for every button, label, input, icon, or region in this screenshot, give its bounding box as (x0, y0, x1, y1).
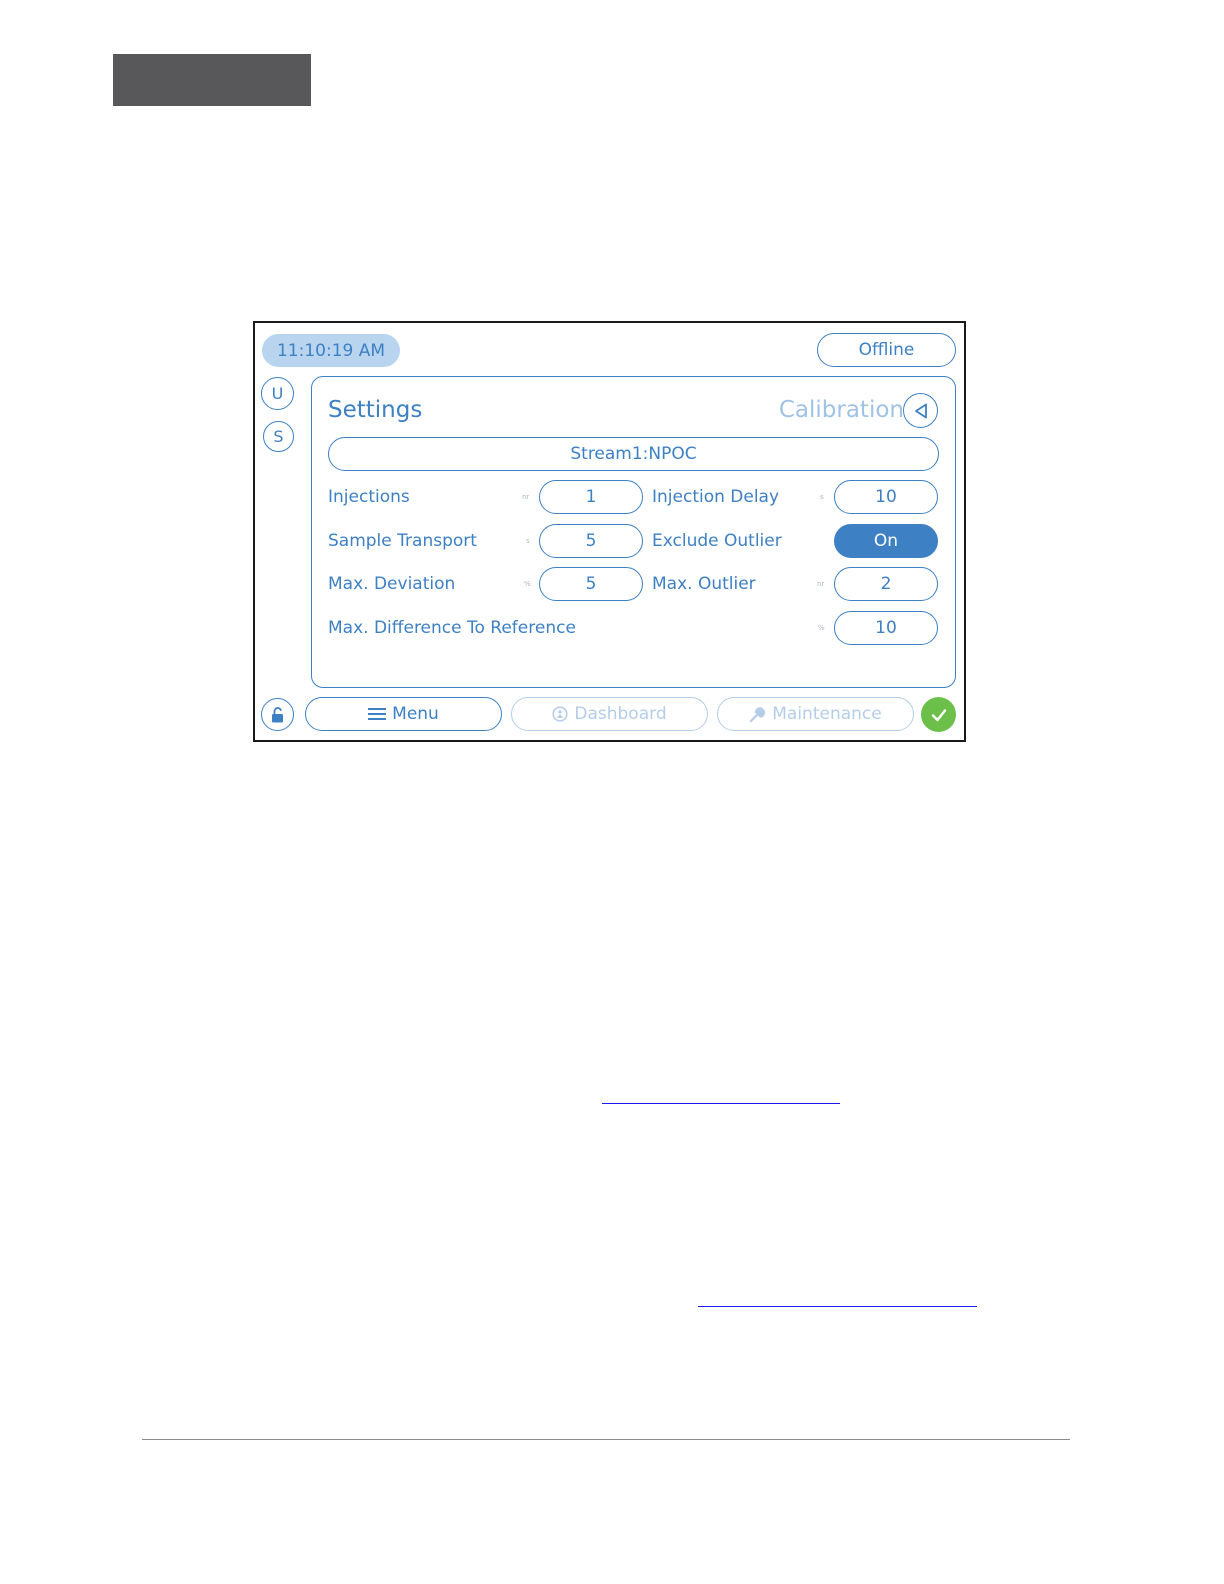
document-link-underline[interactable] (602, 1103, 840, 1104)
exclude-outlier-toggle[interactable]: On (834, 524, 938, 558)
wrench-icon (749, 706, 766, 723)
clock-display: 11:10:19 AM (262, 334, 400, 367)
maintenance-button[interactable]: Maintenance (717, 697, 914, 731)
injections-unit: nr (522, 493, 530, 501)
menu-button[interactable]: Menu (305, 697, 502, 731)
device-screen: 11:10:19 AM Offline U S Settings Calibra… (253, 321, 966, 742)
page-title: Settings (328, 397, 423, 423)
stream-selector[interactable]: Stream1:NPOC (328, 437, 939, 471)
max-difference-label: Max. Difference To Reference (328, 618, 576, 638)
max-outlier-field[interactable]: 2 (834, 567, 938, 601)
dashboard-label: Dashboard (574, 704, 667, 724)
triangle-left-icon (914, 403, 927, 418)
document-link-underline[interactable] (698, 1306, 977, 1307)
lock-button[interactable] (261, 698, 294, 731)
dashboard-button[interactable]: Dashboard (511, 697, 708, 731)
confirm-button[interactable] (921, 697, 956, 732)
sample-transport-label: Sample Transport (328, 531, 477, 551)
max-outlier-unit: nr (817, 580, 825, 588)
maintenance-label: Maintenance (772, 704, 882, 724)
settings-panel: Settings Calibration Stream1:NPOC Inject… (311, 376, 956, 688)
max-difference-unit: % (818, 624, 825, 632)
footer-divider (142, 1439, 1070, 1440)
max-deviation-label: Max. Deviation (328, 574, 456, 594)
breadcrumb: Calibration (778, 397, 904, 423)
user-button[interactable]: U (261, 377, 294, 410)
max-difference-field[interactable]: 10 (834, 611, 938, 645)
status-button[interactable]: Offline (817, 333, 956, 367)
injections-label: Injections (328, 487, 410, 507)
injection-delay-label: Injection Delay (652, 487, 780, 507)
sample-transport-unit: s (526, 537, 530, 545)
max-outlier-label: Max. Outlier (652, 574, 756, 594)
exclude-outlier-label: Exclude Outlier (652, 531, 782, 551)
menu-label: Menu (392, 704, 439, 724)
hamburger-icon (368, 707, 387, 721)
sample-transport-field[interactable]: 5 (539, 524, 643, 558)
system-button[interactable]: S (263, 421, 294, 452)
header-block (113, 54, 311, 106)
checkmark-icon (931, 708, 946, 721)
injection-delay-field[interactable]: 10 (834, 480, 938, 514)
max-deviation-unit: % (524, 580, 531, 588)
gauge-icon (552, 706, 568, 722)
unlocked-padlock-icon (271, 706, 283, 722)
injection-delay-unit: s (820, 493, 824, 501)
back-button[interactable] (903, 393, 938, 428)
max-deviation-field[interactable]: 5 (539, 567, 643, 601)
injections-field[interactable]: 1 (539, 480, 643, 514)
